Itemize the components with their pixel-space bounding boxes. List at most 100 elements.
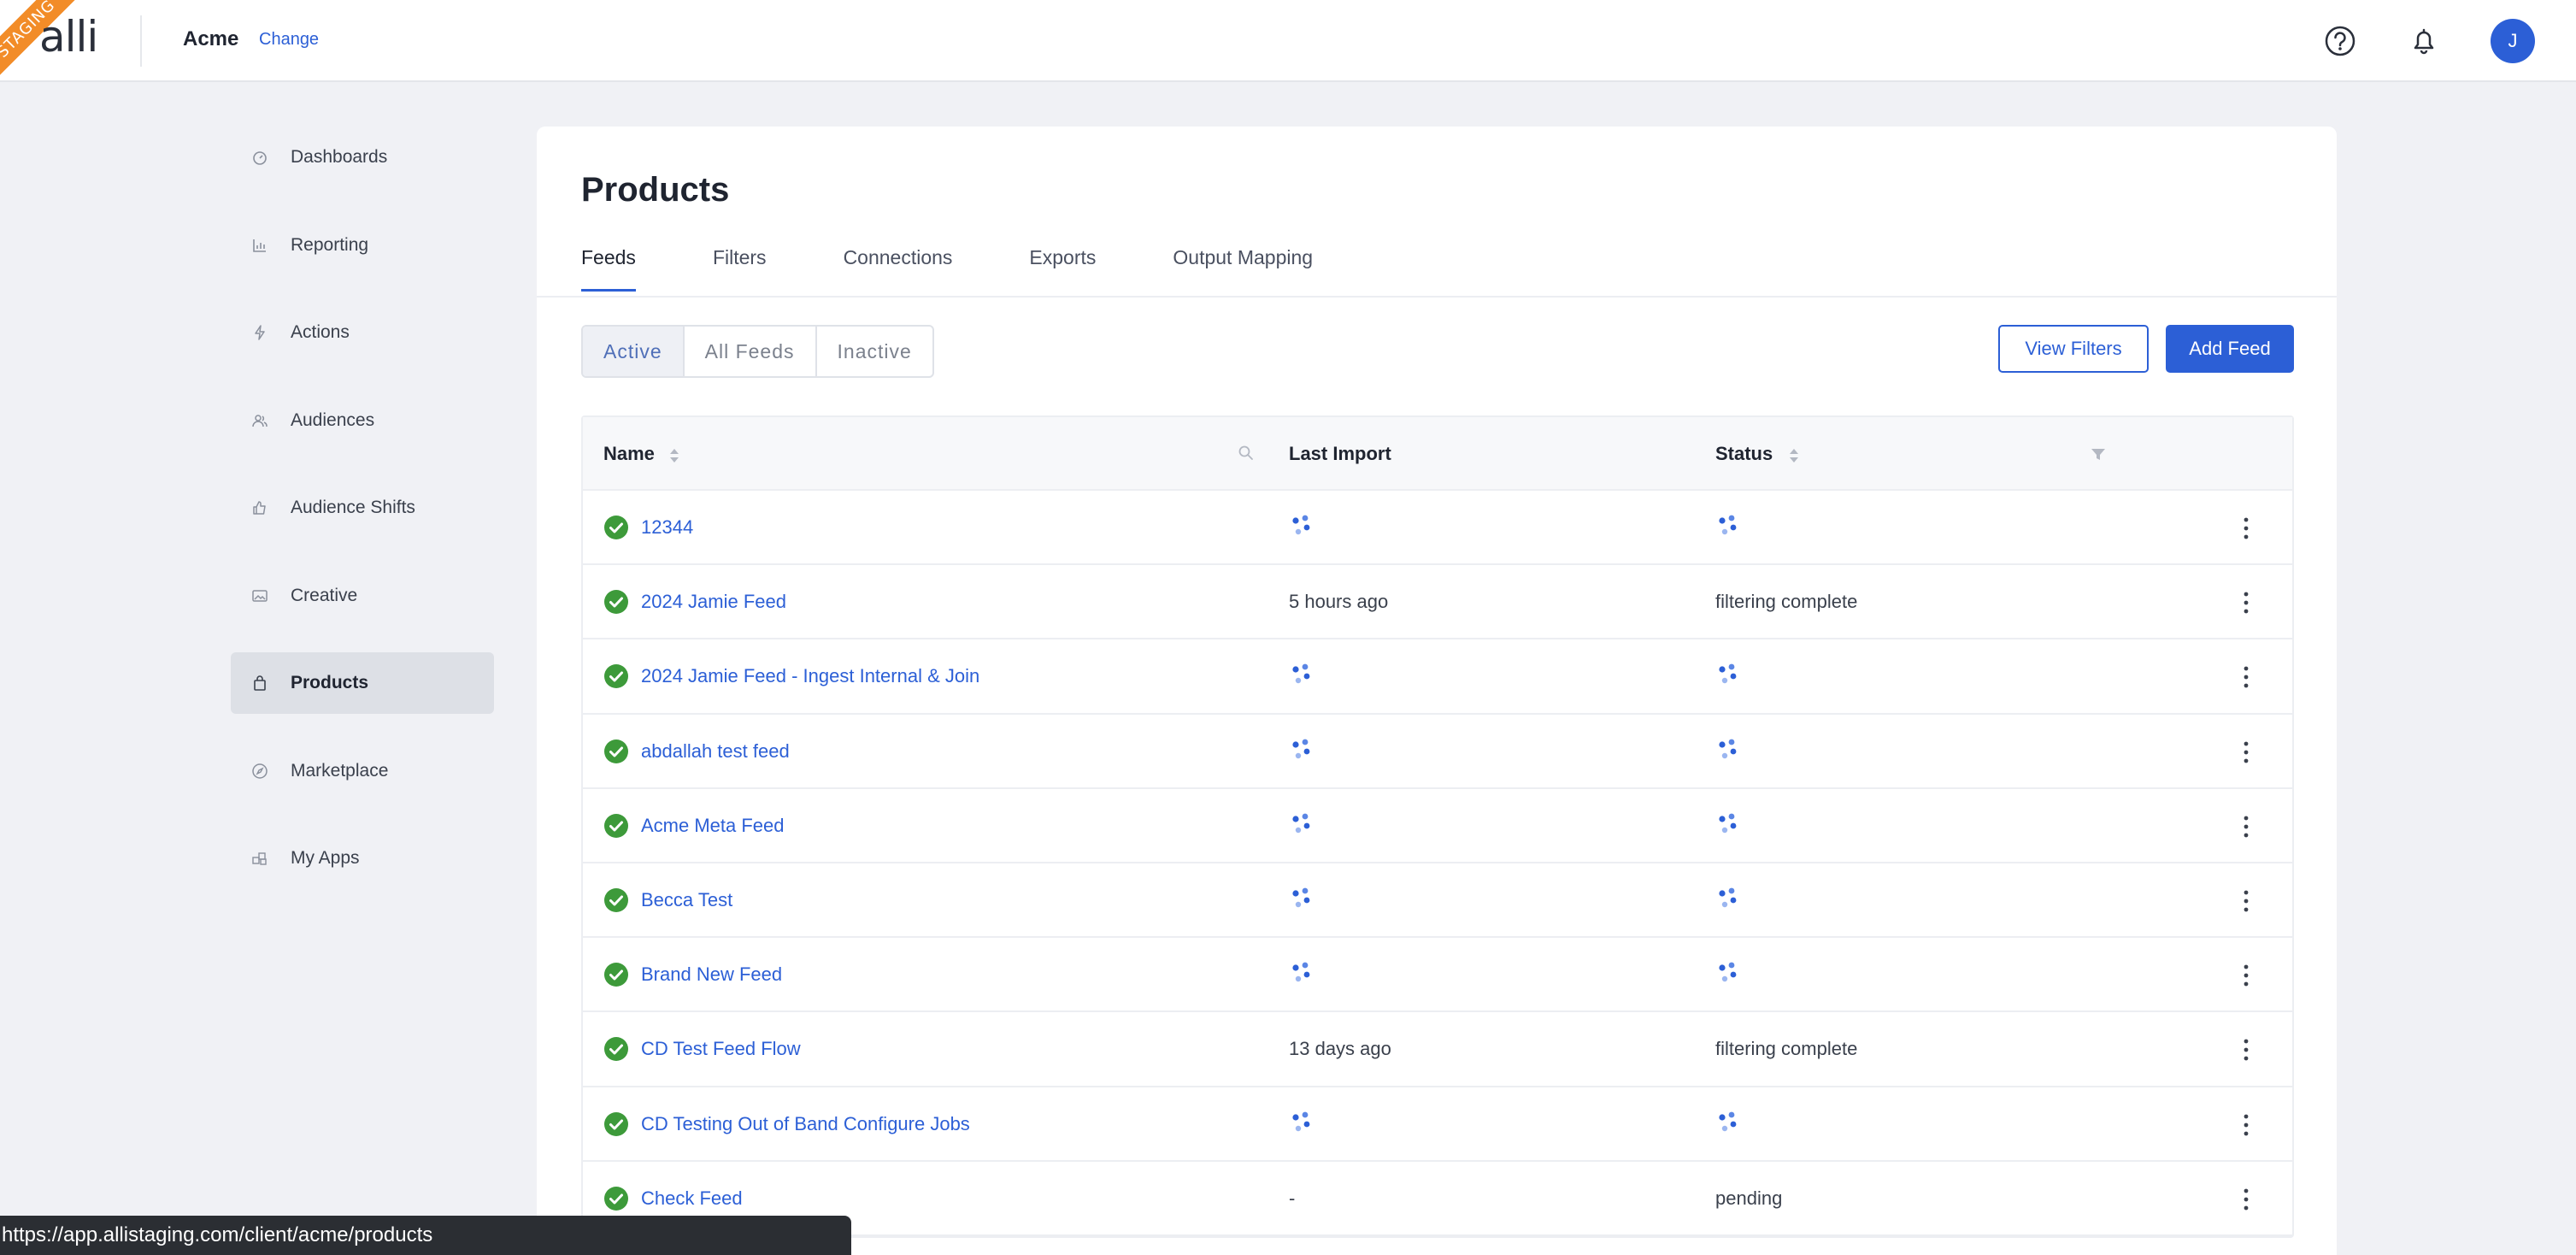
loading-spinner-icon bbox=[1719, 515, 1737, 535]
feed-status-toggle: Active All Feeds Inactive bbox=[581, 325, 934, 378]
sidebar-item-label: Audience Shifts bbox=[291, 498, 415, 517]
status-bar-url: https://app.allistaging.com/client/acme/… bbox=[0, 1216, 851, 1255]
more-options-icon[interactable] bbox=[2241, 962, 2251, 989]
column-header-status[interactable]: Status bbox=[1715, 443, 1773, 465]
sidebar-item-actions[interactable]: Actions bbox=[231, 302, 494, 363]
active-check-icon bbox=[604, 1037, 628, 1062]
loading-spinner-icon bbox=[1292, 887, 1310, 908]
more-options-icon[interactable] bbox=[2241, 813, 2251, 840]
active-check-icon bbox=[604, 516, 628, 539]
filter-icon[interactable] bbox=[2089, 445, 2108, 463]
topbar-divider bbox=[140, 15, 142, 67]
page-title: Products bbox=[581, 171, 730, 209]
column-header-name[interactable]: Name bbox=[603, 443, 655, 465]
more-options-icon[interactable] bbox=[2241, 1111, 2251, 1139]
more-options-icon[interactable] bbox=[2241, 1036, 2251, 1064]
feed-name-link[interactable]: Brand New Feed bbox=[641, 963, 782, 986]
loading-spinner-icon bbox=[1719, 887, 1737, 908]
sidebar-item-label: Marketplace bbox=[291, 760, 389, 781]
table-row[interactable]: 2024 Jamie Feed 5 hours ago filtering comp… bbox=[583, 565, 2292, 640]
feed-name-link[interactable]: CD Testing Out of Band Configure Jobs bbox=[641, 1113, 970, 1135]
more-options-icon[interactable] bbox=[2241, 739, 2251, 766]
sidebar-item-audience-shifts[interactable]: Audience Shifts bbox=[231, 477, 494, 539]
status-value: filtering complete bbox=[1715, 1038, 1858, 1060]
segment-inactive[interactable]: Inactive bbox=[817, 327, 932, 376]
sidebar-item-my-apps[interactable]: My Apps bbox=[231, 828, 494, 889]
more-options-icon[interactable] bbox=[2241, 515, 2251, 542]
sidebar-item-creative[interactable]: Creative bbox=[231, 565, 494, 627]
feed-name-link[interactable]: 12344 bbox=[641, 516, 693, 539]
active-check-icon bbox=[604, 887, 628, 912]
sidebar-item-audiences[interactable]: Audiences bbox=[231, 390, 494, 451]
active-check-icon bbox=[604, 1111, 628, 1136]
change-org-link[interactable]: Change bbox=[259, 30, 319, 50]
status-value: filtering complete bbox=[1715, 591, 1858, 613]
top-bar: STAGING alli Acme Change J bbox=[0, 0, 2576, 85]
loading-spinner-icon bbox=[1292, 813, 1310, 833]
active-check-icon bbox=[604, 1186, 628, 1211]
search-icon[interactable] bbox=[1238, 445, 1255, 462]
sidebar-item-reporting[interactable]: Reporting bbox=[231, 215, 494, 276]
alli-logo[interactable]: alli bbox=[39, 12, 98, 62]
sidebar-item-label: Reporting bbox=[291, 234, 369, 255]
feed-name-link[interactable]: Check Feed bbox=[641, 1187, 743, 1210]
image-icon bbox=[252, 589, 268, 602]
loading-spinner-icon bbox=[1292, 515, 1310, 535]
sort-icon[interactable] bbox=[668, 446, 680, 465]
feed-name-link[interactable]: 2024 Jamie Feed - Ingest Internal & Join bbox=[641, 665, 979, 687]
tab-exports[interactable]: Exports bbox=[1029, 246, 1096, 292]
column-header-last-import: Last Import bbox=[1289, 443, 1391, 464]
table-row[interactable]: Brand New Feed bbox=[583, 938, 2292, 1013]
loading-spinner-icon bbox=[1719, 813, 1737, 833]
status-value: pending bbox=[1715, 1187, 1783, 1209]
feed-name-link[interactable]: Becca Test bbox=[641, 889, 732, 911]
sidebar-item-label: Dashboards bbox=[291, 147, 388, 167]
help-icon[interactable] bbox=[2321, 22, 2359, 60]
segment-all-feeds[interactable]: All Feeds bbox=[685, 327, 817, 376]
sidebar-item-label: Creative bbox=[291, 585, 358, 605]
tabs-divider bbox=[537, 296, 2337, 298]
feed-name-link[interactable]: abdallah test feed bbox=[641, 740, 790, 763]
tab-filters[interactable]: Filters bbox=[713, 246, 767, 292]
loading-spinner-icon bbox=[1292, 663, 1310, 684]
sort-icon[interactable] bbox=[1788, 446, 1800, 465]
sidebar-item-marketplace[interactable]: Marketplace bbox=[231, 740, 494, 802]
feed-name-link[interactable]: CD Test Feed Flow bbox=[641, 1038, 801, 1060]
loading-spinner-icon bbox=[1719, 962, 1737, 982]
add-feed-button[interactable]: Add Feed bbox=[2166, 325, 2294, 373]
table-row[interactable]: abdallah test feed bbox=[583, 715, 2292, 789]
tab-connections[interactable]: Connections bbox=[844, 246, 953, 292]
more-options-icon[interactable] bbox=[2241, 1186, 2251, 1213]
more-options-icon[interactable] bbox=[2241, 887, 2251, 915]
products-card: Products Feeds Filters Connections Expor… bbox=[537, 127, 2337, 1255]
more-options-icon[interactable] bbox=[2241, 663, 2251, 691]
shopping-bag-icon bbox=[254, 675, 266, 691]
table-row[interactable]: CD Test Feed Flow 13 days ago filtering co… bbox=[583, 1012, 2292, 1087]
loading-spinner-icon bbox=[1719, 1111, 1737, 1131]
active-check-icon bbox=[604, 590, 628, 615]
active-check-icon bbox=[604, 963, 628, 987]
tab-feeds[interactable]: Feeds bbox=[581, 246, 636, 292]
sidebar-item-label: My Apps bbox=[291, 848, 360, 868]
more-options-icon[interactable] bbox=[2241, 589, 2251, 616]
sidebar-item-label: Products bbox=[291, 673, 369, 692]
tab-bar: Feeds Filters Connections Exports Output… bbox=[581, 246, 1390, 292]
view-filters-button[interactable]: View Filters bbox=[1998, 325, 2149, 373]
segment-active[interactable]: Active bbox=[583, 327, 685, 376]
sidebar-item-dashboards[interactable]: Dashboards bbox=[231, 127, 494, 188]
tab-output-mapping[interactable]: Output Mapping bbox=[1173, 246, 1313, 292]
notifications-bell-icon[interactable] bbox=[2405, 22, 2443, 60]
last-import-value: 13 days ago bbox=[1289, 1038, 1391, 1060]
table-row[interactable]: Becca Test bbox=[583, 863, 2292, 939]
table-row[interactable]: 12344 bbox=[583, 491, 2292, 566]
feed-name-link[interactable]: 2024 Jamie Feed bbox=[641, 591, 786, 613]
bar-chart-icon bbox=[253, 239, 266, 252]
active-check-icon bbox=[604, 664, 628, 689]
last-import-value: - bbox=[1289, 1187, 1296, 1209]
table-row[interactable]: Acme Meta Feed bbox=[583, 789, 2292, 863]
feed-name-link[interactable]: Acme Meta Feed bbox=[641, 815, 785, 837]
table-row[interactable]: CD Testing Out of Band Configure Jobs bbox=[583, 1087, 2292, 1162]
sidebar-item-products[interactable]: Products bbox=[231, 652, 494, 714]
table-row[interactable]: 2024 Jamie Feed - Ingest Internal & Join bbox=[583, 639, 2292, 715]
user-avatar[interactable]: J bbox=[2491, 19, 2535, 63]
